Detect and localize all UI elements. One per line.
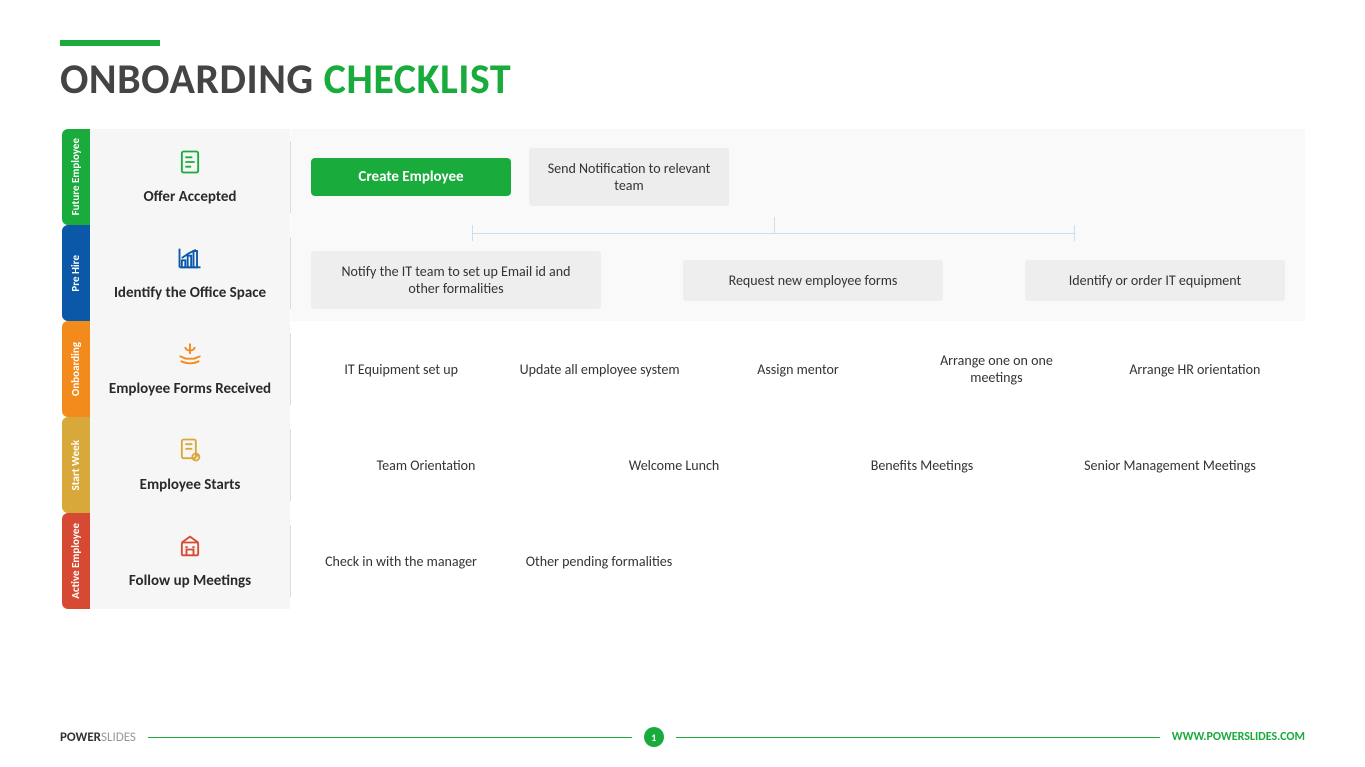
row-core-label: Follow up Meetings	[129, 573, 251, 590]
footer-line	[148, 737, 632, 738]
page-number: 1	[644, 727, 664, 747]
title-part-1: ONBOARDING	[60, 54, 324, 105]
row-tab-label: Active Employee	[70, 523, 82, 599]
row-future-employee: Future Employee Offer Accepted Create Em…	[62, 129, 1305, 225]
brand-part-2: SLIDES	[101, 730, 136, 745]
task-text: Benefits Meetings	[807, 451, 1037, 480]
connector-lines	[472, 225, 1075, 241]
row-core: Identify the Office Space	[90, 225, 290, 321]
footer-url: WWW.POWERSLIDES.COM	[1172, 730, 1305, 744]
slide: ONBOARDING CHECKLIST Future Employee Off…	[0, 0, 1365, 609]
task-text: Team Orientation	[311, 451, 541, 480]
row-core-label: Identify the Office Space	[114, 285, 266, 302]
row-core: Offer Accepted	[90, 129, 290, 225]
document-icon	[176, 148, 204, 183]
task-text: Welcome Lunch	[559, 451, 789, 480]
row-active-employee: Active Employee Follow up Meetings Check…	[62, 513, 1305, 609]
footer-line	[676, 737, 1160, 738]
row-content: Notify the IT team to set up Email id an…	[291, 225, 1305, 321]
task-text: Check in with the manager	[311, 547, 491, 576]
brand-part-1: POWER	[60, 730, 101, 745]
row-core: Follow up Meetings	[90, 513, 290, 609]
task-box: Notify the IT team to set up Email id an…	[311, 251, 601, 309]
task-box: Send Notification to relevant team	[529, 148, 729, 206]
row-tab: Onboarding	[62, 321, 90, 417]
task-text: Update all employee system	[509, 355, 689, 384]
chart-growth-icon	[176, 244, 204, 279]
row-core-label: Offer Accepted	[144, 189, 237, 206]
checklist-rows: Future Employee Offer Accepted Create Em…	[60, 129, 1305, 609]
building-icon	[176, 532, 204, 567]
page-title: ONBOARDING CHECKLIST	[60, 54, 1305, 105]
row-tab: Pre Hire	[62, 225, 90, 321]
row-start-week: Start Week Employee Starts Team Orientat…	[62, 417, 1305, 513]
accent-bar	[60, 40, 160, 46]
task-text: Other pending formalities	[509, 547, 689, 576]
row-tab-label: Start Week	[70, 440, 82, 490]
row-tab: Active Employee	[62, 513, 90, 609]
task-text: Assign mentor	[708, 355, 888, 384]
brand-text: POWERSLIDES	[60, 730, 136, 745]
row-content: Create Employee Send Notification to rel…	[291, 129, 1305, 225]
slide-footer: POWERSLIDES 1 WWW.POWERSLIDES.COM	[60, 727, 1305, 747]
row-content: Team Orientation Welcome Lunch Benefits …	[291, 417, 1305, 513]
row-core: Employee Forms Received	[90, 321, 290, 417]
row-core-label: Employee Starts	[140, 477, 241, 494]
row-tab: Start Week	[62, 417, 90, 513]
row-pre-hire: Pre Hire Identify the Office Space Notif…	[62, 225, 1305, 321]
row-core: Employee Starts	[90, 417, 290, 513]
row-tab-label: Pre Hire	[70, 255, 82, 292]
row-tab-label: Onboarding	[70, 342, 82, 396]
title-part-2: CHECKLIST	[324, 54, 512, 105]
task-text: Arrange one on one meetings	[906, 346, 1086, 392]
row-core-label: Employee Forms Received	[109, 381, 271, 398]
row-tab: Future Employee	[62, 129, 90, 225]
row-content: Check in with the manager Other pending …	[291, 513, 1305, 609]
document-check-icon	[176, 436, 204, 471]
hands-plant-icon	[176, 340, 204, 375]
row-onboarding: Onboarding Employee Forms Received IT Eq…	[62, 321, 1305, 417]
task-text: Senior Management Meetings	[1055, 451, 1285, 480]
create-employee-button[interactable]: Create Employee	[311, 158, 511, 196]
task-text: IT Equipment set up	[311, 355, 491, 384]
task-box: Identify or order IT equipment	[1025, 260, 1285, 301]
task-box: Request new employee forms	[683, 260, 943, 301]
row-content: IT Equipment set up Update all employee …	[291, 321, 1305, 417]
row-tab-label: Future Employee	[70, 138, 82, 215]
task-text: Arrange HR orientation	[1105, 355, 1285, 384]
